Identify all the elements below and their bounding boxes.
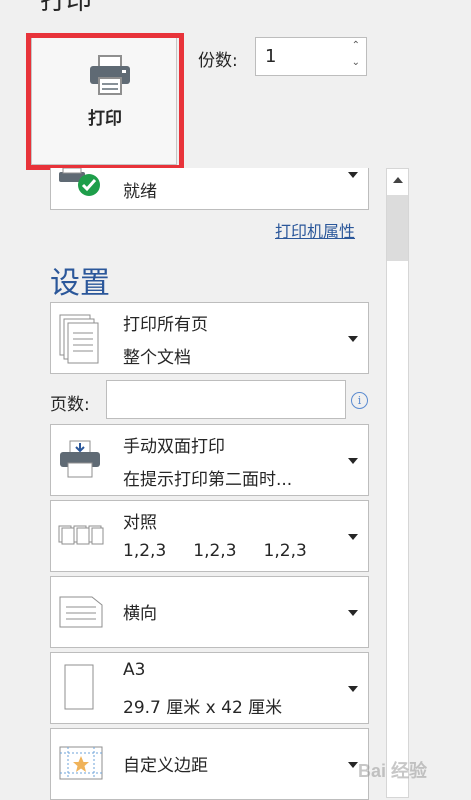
highlight-box <box>26 33 184 170</box>
chevron-down-icon <box>348 458 358 464</box>
print-range-line2: 整个文档 <box>123 348 191 368</box>
collate-line1: 对照 <box>123 513 157 533</box>
printer-dropdown[interactable]: 就绪 <box>50 168 369 210</box>
chevron-down-icon <box>348 610 358 616</box>
margins-line1: 自定义边距 <box>123 756 208 776</box>
paper-size-dropdown[interactable]: A3 29.7 厘米 x 42 厘米 <box>50 652 369 724</box>
printer-properties-link[interactable]: 打印机属性 <box>275 218 355 242</box>
spin-down-icon[interactable]: ⌄ <box>352 57 360 68</box>
print-range-line1: 打印所有页 <box>123 315 208 335</box>
copies-input[interactable]: 1 ⌃ ⌄ <box>255 37 367 76</box>
collate-dropdown[interactable]: 对照 1,2,3 1,2,3 1,2,3 <box>50 500 369 572</box>
margins-icon <box>59 746 103 780</box>
spin-up-icon[interactable]: ⌃ <box>352 40 360 51</box>
watermark-text: Bai 经验 <box>358 761 428 781</box>
page-title: 打印 <box>40 0 93 16</box>
copies-label: 份数: <box>198 51 238 71</box>
print-range-dropdown[interactable]: 打印所有页 整个文档 <box>50 302 369 374</box>
duplex-line1: 手动双面打印 <box>123 437 225 457</box>
printer-ready-icon <box>59 168 100 196</box>
settings-heading: 设置 <box>50 266 110 301</box>
orientation-line1: 横向 <box>123 604 157 624</box>
copies-value: 1 <box>265 46 277 67</box>
chevron-down-icon <box>348 686 358 692</box>
scrollbar[interactable] <box>386 168 409 798</box>
chevron-down-icon <box>348 336 358 342</box>
info-icon[interactable]: i <box>351 392 368 409</box>
scroll-thumb[interactable] <box>387 195 408 261</box>
orientation-dropdown[interactable]: 横向 <box>50 576 369 648</box>
manual-duplex-icon <box>60 440 100 478</box>
printer-status: 就绪 <box>123 182 157 202</box>
pages-icon <box>59 314 99 364</box>
paper-line1: A3 <box>123 660 146 680</box>
chevron-down-icon <box>348 172 358 178</box>
chevron-up-icon <box>393 177 403 183</box>
paper-line2: 29.7 厘米 x 42 厘米 <box>123 698 283 718</box>
duplex-dropdown[interactable]: 手动双面打印 在提示打印第二面时... <box>50 424 369 496</box>
margins-dropdown[interactable]: 自定义边距 <box>50 728 369 800</box>
pages-input[interactable] <box>106 380 346 419</box>
duplex-line2: 在提示打印第二面时... <box>123 470 293 490</box>
collate-line2: 1,2,3 1,2,3 1,2,3 <box>123 541 307 561</box>
watermark: Bai 经验 <box>330 735 470 795</box>
scroll-up-button[interactable] <box>387 169 408 193</box>
chevron-down-icon <box>348 534 358 540</box>
pages-label: 页数: <box>50 395 90 415</box>
landscape-icon <box>59 596 103 628</box>
paper-icon <box>64 664 94 710</box>
collate-icon <box>58 525 104 545</box>
